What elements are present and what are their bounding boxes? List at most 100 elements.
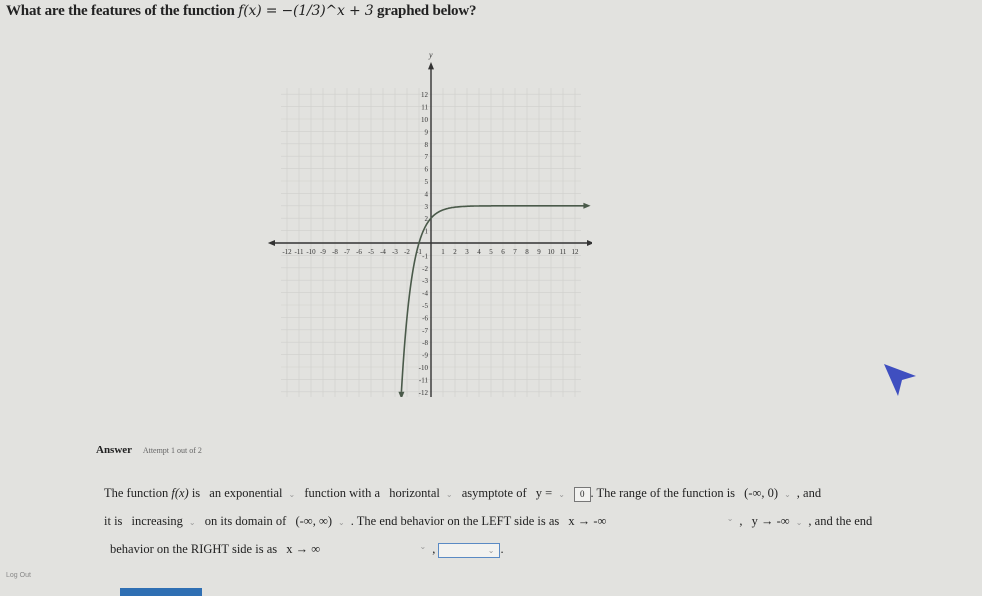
right-y-dropdown[interactable]: ⌄ — [438, 542, 501, 558]
curve-arrow — [398, 391, 405, 397]
x-tick-label: -8 — [332, 248, 338, 256]
y-tick-label: 6 — [425, 166, 429, 174]
x-tick-label: -10 — [306, 248, 316, 256]
asymptote-value-input[interactable]: 0 — [574, 486, 591, 502]
chevron-down-icon: ⌄ — [445, 490, 453, 499]
x-tick-label: 5 — [489, 248, 493, 256]
answer-label: Answer — [96, 444, 133, 456]
chevron-down-icon: ⌄ — [288, 490, 296, 499]
y-tick-label: -10 — [419, 364, 429, 372]
selected-value: y → -∞ — [751, 514, 790, 528]
y-axis-arrow — [428, 61, 434, 70]
y-tick-label: -7 — [422, 327, 428, 335]
x-axis-arrow — [587, 240, 592, 246]
x-axis-arrow — [267, 240, 275, 246]
y-tick-label: -11 — [419, 376, 429, 384]
x-tick-label: 10 — [548, 248, 556, 256]
question-text: What are the features of the function f(… — [6, 3, 476, 20]
selected-value: x → ∞ — [286, 542, 321, 556]
monotonicity-dropdown[interactable]: increasing ⌄ — [128, 514, 200, 529]
text: , — [432, 542, 436, 556]
text: function with a — [304, 486, 381, 500]
x-tick-label: 8 — [525, 248, 529, 256]
function-type-dropdown[interactable]: an exponential ⌄ — [205, 486, 299, 501]
selected-value: an exponential — [209, 486, 283, 500]
y-tick-label: -1 — [422, 252, 428, 260]
left-x-dropdown[interactable]: x → -∞ ⌄ — [564, 514, 737, 529]
text: asymptote of — [461, 486, 527, 500]
selected-value: (-∞, ∞) — [295, 514, 333, 528]
selected-value: x → -∞ — [568, 514, 607, 528]
x-tick-label: -11 — [294, 248, 304, 256]
x-tick-label: -5 — [368, 248, 374, 256]
x-tick-label: -4 — [380, 248, 386, 256]
y-tick-label: -4 — [422, 290, 428, 298]
y-tick-label: 12 — [421, 91, 429, 99]
x-tick-label: 6 — [501, 248, 505, 256]
selected-value: y = — [535, 486, 553, 500]
x-tick-label: 2 — [453, 248, 457, 256]
y-tick-label: -12 — [419, 389, 429, 397]
chevron-down-icon: ⌄ — [784, 490, 791, 499]
function-curve — [400, 205, 585, 392]
y-tick-label: 11 — [421, 104, 428, 112]
x-tick-label: -2 — [404, 248, 410, 256]
x-tick-label: -6 — [356, 248, 362, 256]
answer-line-3: behavior on the RIGHT side is as x → ∞ ⌄,… — [110, 542, 504, 558]
asymptote-kind-dropdown[interactable]: horizontal ⌄ — [385, 486, 456, 501]
logout-link[interactable]: Log Out — [6, 572, 31, 579]
text: . — [500, 542, 504, 556]
cursor-arrow-icon — [884, 364, 916, 396]
y-tick-label: 8 — [425, 141, 429, 149]
asymptote-variable-dropdown[interactable]: y = ⌄ — [532, 486, 569, 501]
bottom-button-bar[interactable] — [120, 588, 202, 596]
selected-value: horizontal — [389, 486, 440, 500]
chevron-down-icon: ⌄ — [558, 490, 565, 499]
domain-dropdown[interactable]: (-∞, ∞) ⌄ — [291, 514, 348, 529]
x-tick-label: 3 — [465, 248, 469, 256]
x-tick-label: -9 — [320, 248, 326, 256]
question-prefix: What are the features of the function — [6, 3, 235, 19]
y-tick-label: -8 — [422, 339, 428, 347]
y-tick-label: 4 — [425, 190, 429, 198]
answer-line-2: it is increasing ⌄ on its domain of (-∞, … — [104, 514, 872, 529]
attempt-counter: Attempt 1 out of 2 — [142, 446, 202, 455]
function-name: f(x) — [171, 486, 189, 500]
answer-line-1: The function f(x) is an exponential ⌄ fun… — [104, 486, 821, 502]
y-tick-label: -9 — [422, 352, 428, 360]
chevron-down-icon: ⌄ — [338, 518, 345, 527]
y-tick-label: 7 — [425, 153, 429, 161]
text: . The end behavior on the LEFT side is a… — [350, 514, 560, 528]
selected-value: increasing — [131, 514, 183, 528]
right-x-dropdown[interactable]: x → ∞ ⌄ — [282, 542, 430, 557]
answer-header: Answer Attempt 1 out of 2 — [96, 444, 202, 456]
y-tick-label: -6 — [422, 314, 428, 322]
text: , — [739, 514, 743, 528]
text: . The range of the function is — [590, 486, 736, 500]
curve-arrow — [583, 202, 591, 209]
chevron-down-icon: ⌄ — [726, 514, 734, 523]
left-y-dropdown[interactable]: y → -∞ ⌄ — [748, 514, 807, 529]
y-axis-label: y — [428, 52, 433, 59]
x-tick-label: 1 — [441, 248, 445, 256]
y-tick-label: 5 — [425, 178, 429, 186]
text: it is — [104, 514, 123, 528]
y-tick-label: -2 — [422, 265, 428, 273]
range-dropdown[interactable]: (-∞, 0) ⌄ — [740, 486, 795, 501]
chevron-down-icon: ⌄ — [795, 518, 803, 527]
y-tick-label: 9 — [425, 128, 429, 136]
x-tick-label: -12 — [282, 248, 292, 256]
y-tick-label: -3 — [422, 277, 428, 285]
text: on its domain of — [204, 514, 287, 528]
function-graph: xy-12-11-10-9-8-7-6-5-4-3-2-112345678910… — [267, 52, 592, 397]
chevron-down-icon: ⌄ — [188, 518, 196, 527]
y-tick-label: 3 — [425, 203, 429, 211]
x-tick-label: 7 — [513, 248, 517, 256]
chevron-down-icon: ⌄ — [419, 542, 427, 551]
text: is — [191, 486, 201, 500]
text: , and — [796, 486, 822, 500]
text: behavior on the RIGHT side is as — [110, 542, 278, 556]
x-tick-label: 11 — [560, 248, 567, 256]
y-tick-label: 10 — [421, 116, 429, 124]
x-tick-label: -3 — [392, 248, 398, 256]
